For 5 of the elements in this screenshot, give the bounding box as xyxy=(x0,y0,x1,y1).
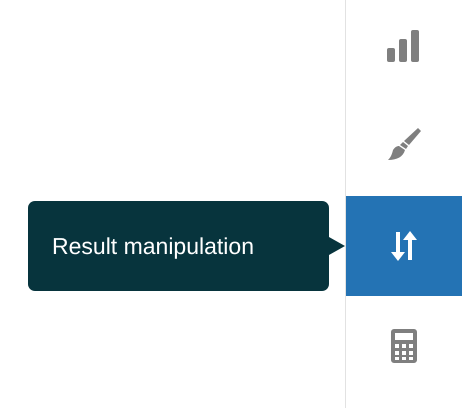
bar-chart-icon xyxy=(387,30,421,62)
paintbrush-icon xyxy=(387,127,421,161)
tooltip: Result manipulation xyxy=(28,201,345,291)
calculator-icon xyxy=(391,329,417,363)
up-down-arrows-icon xyxy=(389,230,419,262)
